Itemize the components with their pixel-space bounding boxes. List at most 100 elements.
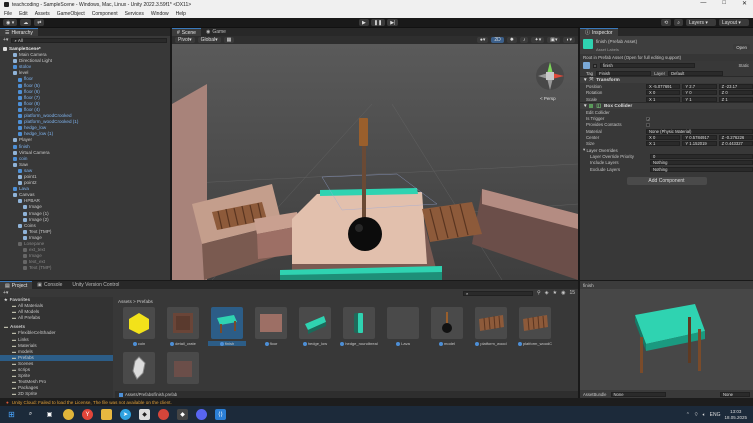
tab-project[interactable]: ▤ Project — [0, 281, 33, 289]
folder-icon[interactable] — [101, 409, 112, 420]
static-label[interactable]: Static — [739, 63, 749, 68]
menu-help[interactable]: Help — [176, 11, 186, 17]
position-y[interactable]: Y 2.7 — [682, 83, 717, 89]
gizmos-toggle[interactable]: ◐ ▾ — [563, 37, 575, 43]
scene-viewport[interactable]: < Persp — [172, 44, 578, 280]
rotation-y[interactable]: Y 0 — [682, 90, 717, 96]
box-collider-header[interactable]: ▾ ◫ Box Collider — [580, 102, 753, 110]
hierarchy-search-input[interactable]: ⌕ All — [11, 37, 167, 43]
asset-item[interactable] — [120, 352, 158, 384]
rotation-z[interactable]: Z 0 — [718, 90, 753, 96]
yandex-icon[interactable]: Y — [82, 409, 93, 420]
vscode-icon[interactable]: ⟨⟩ — [215, 409, 226, 420]
audio-toggle[interactable]: ♪ — [519, 37, 529, 43]
material-field[interactable]: None (Physic Material) — [646, 128, 753, 134]
override-priority-field[interactable]: 0 — [650, 153, 753, 159]
cloud-button[interactable]: ☁ — [20, 19, 32, 26]
search-icon[interactable]: ⌕ — [25, 409, 36, 420]
tab-version-control[interactable]: Unity Version Control — [67, 281, 124, 289]
scale-x[interactable]: X 1 — [646, 96, 681, 102]
folder-item[interactable]: ▬ All Prefabs — [0, 315, 113, 321]
asset-item[interactable]: hedge_roundbreal — [340, 307, 378, 346]
orientation-gizmo[interactable] — [536, 62, 564, 90]
tag-dropdown[interactable]: Finish — [596, 70, 652, 76]
effects-toggle[interactable]: ✦ ▾ — [531, 37, 545, 43]
unity-hub-icon[interactable]: ◆ — [139, 409, 150, 420]
size-z[interactable]: Z 0.443327 — [718, 141, 753, 147]
play-button[interactable]: ▶ — [359, 19, 369, 26]
tab-console[interactable]: ▣ Console — [32, 281, 67, 289]
layout-dropdown[interactable]: Layout ▾ — [719, 19, 749, 26]
browser-icon[interactable] — [158, 409, 169, 420]
include-layers-dropdown[interactable]: Nothing — [650, 160, 753, 166]
create-icon[interactable]: +▾ — [3, 290, 8, 296]
eye-icon[interactable]: ◉ — [561, 290, 565, 296]
filter-icon[interactable]: ⚲ — [537, 290, 541, 296]
status-bar[interactable]: ● Unity Cloud: Failed to load the Licens… — [0, 398, 753, 406]
exclude-layers-dropdown[interactable]: Nothing — [650, 166, 753, 172]
2d-toggle[interactable]: 2D — [491, 37, 504, 43]
persp-label[interactable]: < Persp — [540, 96, 556, 101]
render-mode-button[interactable]: ● ▾ — [476, 37, 489, 43]
tray-overflow-icon[interactable]: ⌃ — [686, 412, 690, 418]
asset-item[interactable]: finish — [208, 307, 246, 346]
maximize-button[interactable]: □ — [722, 0, 726, 7]
folder-item[interactable]: ▬ 2D Sprite — [0, 391, 113, 397]
pivot-dropdown[interactable]: Pivot ▾ — [175, 37, 195, 43]
size-y[interactable]: Y 1.152019 — [682, 141, 717, 147]
open-prefab-button[interactable]: Open — [733, 44, 750, 50]
active-checkbox[interactable] — [593, 63, 597, 68]
transform-header[interactable]: ▾ ⤧ Transform — [580, 76, 753, 84]
unity-icon[interactable]: ◆ — [177, 409, 188, 420]
asset-item[interactable] — [164, 352, 202, 384]
asset-item[interactable]: coin — [120, 307, 158, 346]
asset-item[interactable]: detail_crate — [164, 307, 202, 346]
project-search-input[interactable]: ⌕ — [463, 290, 534, 296]
menu-window[interactable]: Window — [151, 11, 169, 17]
center-x[interactable]: X 0 — [646, 135, 681, 141]
assetbundle-dropdown[interactable]: None — [610, 391, 666, 397]
asset-item[interactable]: platform_woodC — [516, 307, 554, 346]
tab-scene[interactable]: # Scene — [172, 28, 201, 36]
discord-icon[interactable] — [196, 409, 207, 420]
menu-gameobject[interactable]: GameObject — [57, 11, 85, 17]
menu-assets[interactable]: Assets — [35, 11, 50, 17]
collider-checkbox[interactable] — [589, 104, 594, 109]
favorite-icon[interactable]: ★ — [553, 290, 557, 296]
menu-edit[interactable]: Edit — [19, 11, 28, 17]
position-z[interactable]: Z -23.17 — [718, 83, 753, 89]
search-button[interactable]: ⌕ — [674, 19, 683, 26]
position-x[interactable]: X -5.077691 — [646, 83, 681, 89]
breadcrumb-text[interactable]: Assets > Prefabs — [118, 299, 153, 304]
taskview-icon[interactable]: ▣ — [44, 409, 55, 420]
lighting-toggle[interactable]: ✹ — [506, 37, 517, 43]
object-name-field[interactable]: finish — [600, 63, 695, 68]
minimize-button[interactable]: — — [700, 0, 706, 7]
volume-icon[interactable]: 🔈︎ — [703, 412, 706, 418]
menu-file[interactable]: File — [4, 11, 12, 17]
chrome-icon[interactable] — [63, 409, 74, 420]
global-dropdown[interactable]: Global ▾ — [197, 37, 221, 43]
label-icon[interactable]: ◈ — [545, 290, 549, 296]
telegram-icon[interactable]: ➤ — [120, 409, 131, 420]
tab-hierarchy[interactable]: ☰ Hierarchy — [0, 28, 38, 36]
network-icon[interactable]: ⌔ — [694, 412, 699, 418]
clock[interactable]: 13:03 18.05.2025 — [724, 409, 747, 420]
size-x[interactable]: X 1 — [646, 141, 681, 147]
add-icon[interactable]: +▾ — [3, 37, 8, 43]
menu-component[interactable]: Component — [92, 11, 118, 17]
add-component-button[interactable]: Add Component — [626, 177, 707, 186]
layer-dropdown[interactable]: Default — [668, 70, 724, 76]
asset-item[interactable]: platform_wood — [472, 307, 510, 346]
asset-item[interactable]: floor — [252, 307, 290, 346]
tab-inspector[interactable]: ⓘ Inspector — [580, 28, 618, 36]
language-indicator[interactable]: ENG — [710, 412, 721, 418]
scale-y[interactable]: Y 1 — [682, 96, 717, 102]
tab-game[interactable]: ◉ Game — [201, 28, 231, 36]
center-y[interactable]: Y 0.5784917 — [682, 135, 717, 141]
hierarchy-item[interactable]: Text (TMP) — [0, 265, 170, 271]
close-button[interactable]: ✕ — [742, 0, 747, 7]
finish-preview-render[interactable] — [580, 289, 753, 389]
rotation-x[interactable]: X 0 — [646, 90, 681, 96]
provides-contacts-checkbox[interactable] — [646, 122, 650, 127]
